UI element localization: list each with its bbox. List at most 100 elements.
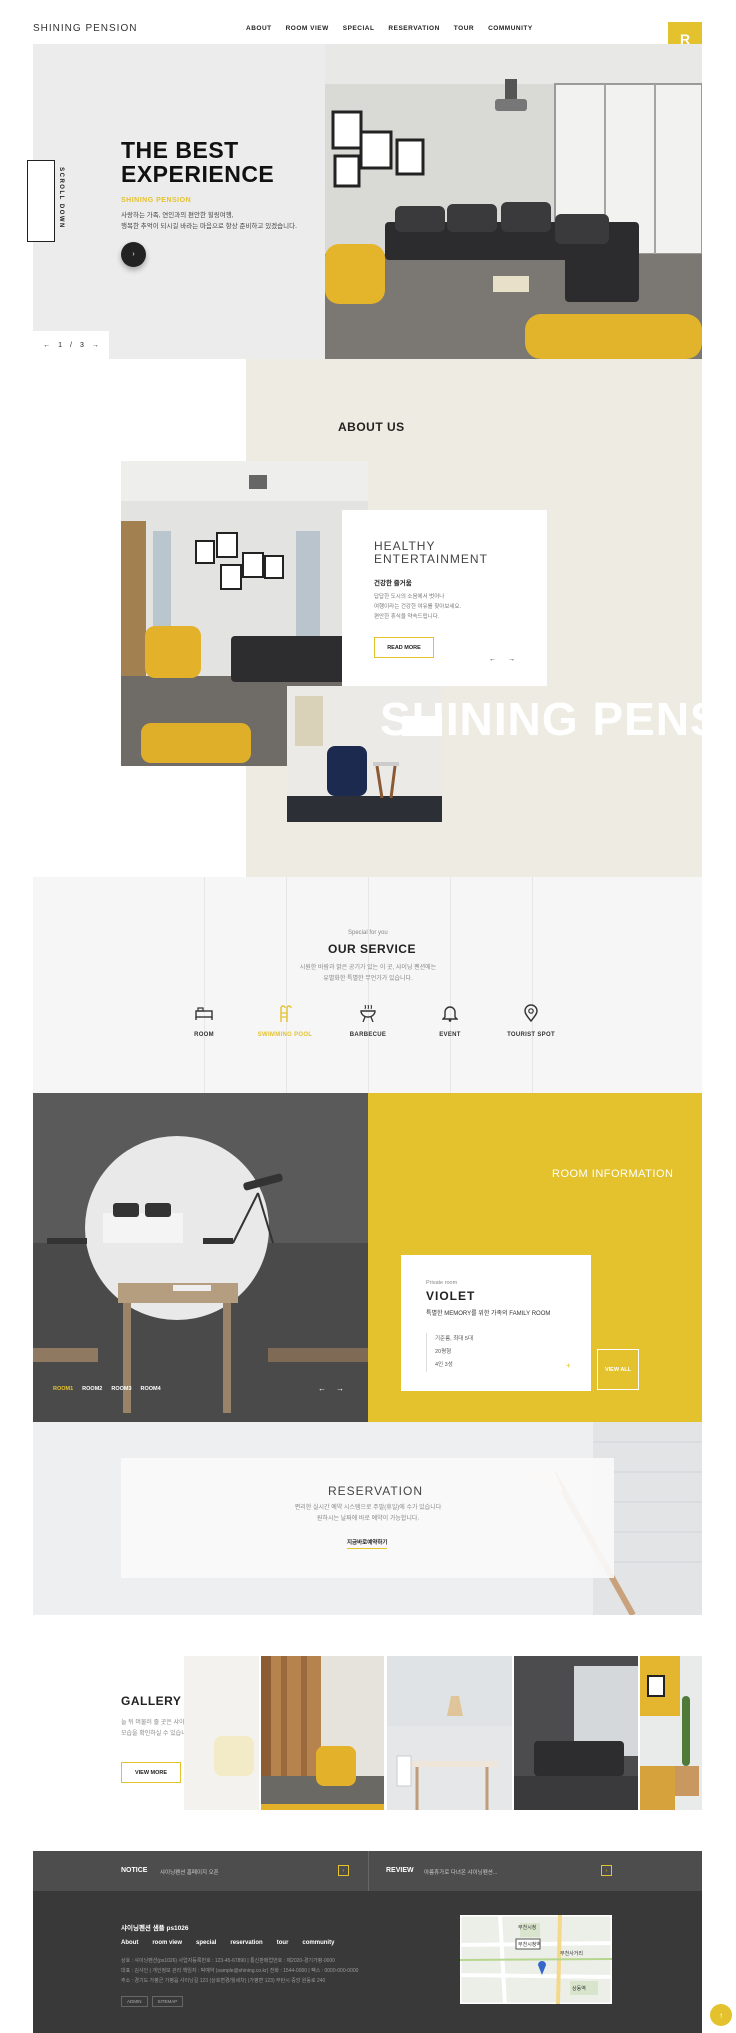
tab-room1[interactable]: ROOM1 (53, 1386, 73, 1392)
scroll-top-button[interactable]: ↑ (710, 2004, 732, 2026)
bell-icon (410, 1002, 490, 1024)
service-item-label: EVENT (439, 1032, 461, 1038)
gallery-view-more-button[interactable]: VIEW MORE (121, 1762, 181, 1783)
notice-text-link[interactable]: 샤이닝펜션 홈페이지 오픈 (160, 1868, 219, 1876)
gallery-title: GALLERY (121, 1694, 182, 1708)
nav-item-reservation[interactable]: RESERVATION (388, 25, 439, 32)
arrow-right-icon[interactable]: → (508, 656, 515, 663)
service-divider (450, 877, 451, 1093)
bed-icon (164, 1002, 244, 1024)
list-item: 4인 3성 (435, 1362, 453, 1368)
footer-link-tour[interactable]: tour (277, 1940, 289, 1946)
hero-title: THE BEST EXPERIENCE (121, 137, 275, 187)
room-tabs: ROOM1 ROOM2 ROOM3 ROOM4 (53, 1386, 161, 1392)
list-item: 기준룸, 최대 5대 (435, 1336, 474, 1342)
reservation-text: 편리한 실시간 예약 시스템으로 주말(휴일)에 수가 있습니다 원하시는 날짜… (294, 1505, 442, 1522)
review-text-link[interactable]: 아름휴가로 다녀온 샤이닝펜션... (424, 1868, 497, 1876)
hero-description: 사랑하는 가족, 연인과의 편안한 힐링여행, 행복한 추억이 되시길 바라는 … (121, 212, 297, 230)
gallery-image-2[interactable] (261, 1656, 384, 1810)
location-map[interactable]: 부천시청 부천시청역 부천사거리 상동역 (460, 1915, 612, 2004)
nav-item-special[interactable]: SPECIAL (343, 25, 375, 32)
read-more-button[interactable]: READ MORE (374, 637, 434, 658)
footer-link-community[interactable]: community (302, 1940, 334, 1946)
service-item-label: TOURIST SPOT (507, 1032, 555, 1038)
footer-company-info: 상호 : 샤이닝펜션(ps1026) 사업자등록번호 : 123-45-6789… (121, 1958, 359, 1984)
service-item-barbecue[interactable]: BARBECUE (328, 1002, 408, 1038)
pager-prev-icon[interactable]: ← (43, 342, 50, 349)
admin-button[interactable]: ADMIN (121, 1996, 148, 2007)
gallery-image-5[interactable] (640, 1656, 702, 1810)
service-title: OUR SERVICE (328, 942, 416, 956)
gallery-image-4[interactable] (514, 1656, 638, 1810)
room-image-panel (33, 1093, 368, 1422)
review-more-button[interactable]: › (601, 1865, 612, 1876)
hero-next-arrow-button[interactable]: › (121, 242, 146, 267)
reservation-link[interactable]: 지금바로예약하기 (347, 1538, 388, 1549)
service-item-label: ROOM (194, 1032, 214, 1038)
about-card-text: 답답한 도시의 소음에서 벗어나 여행이라는 건강한 여유를 찾아보세요. 편안… (374, 594, 462, 620)
footer-link-about[interactable]: About (121, 1940, 138, 1946)
main-nav: ABOUT ROOM VIEW SPECIAL RESERVATION TOUR… (246, 25, 533, 32)
pager-next-icon[interactable]: → (92, 342, 99, 349)
arrow-right-icon[interactable]: → (336, 1384, 344, 1393)
service-item-label: BARBECUE (349, 1032, 387, 1038)
service-item-room[interactable]: ROOM (164, 1002, 244, 1038)
map-pin-icon (491, 1002, 571, 1024)
pager-sep: / (70, 341, 72, 349)
notice-divider (368, 1851, 369, 1891)
pager-current: 1 (58, 341, 63, 349)
tab-room2[interactable]: ROOM2 (82, 1386, 102, 1392)
arrow-left-icon[interactable]: ← (489, 656, 496, 663)
reservation-title: RESERVATION (328, 1484, 424, 1498)
scroll-down-button[interactable]: SCROLL DOWN (27, 160, 64, 242)
page: SHINING PENSION ABOUT ROOM VIEW SPECIAL … (0, 0, 736, 2033)
map-label: 상동역 (572, 1985, 586, 1992)
pool-ladder-icon (245, 1002, 325, 1024)
arrow-left-icon[interactable]: ← (318, 1384, 326, 1393)
room-card-description: 특별한 MEMORY를 위한 가족의 FAMILY ROOM (426, 1311, 551, 1317)
hero-living-room-image (325, 44, 702, 359)
room-card-list: 기준룸, 최대 5대 20평형 4인 3성 (426, 1333, 473, 1372)
gallery-image-3[interactable] (387, 1656, 512, 1810)
pager-total: 3 (79, 341, 84, 349)
nav-item-room-view[interactable]: ROOM VIEW (286, 25, 329, 32)
service-item-label: SWIMMING POOL (257, 1032, 313, 1038)
notice-more-button[interactable]: › (338, 1865, 349, 1876)
service-item-swimming-pool[interactable]: SWIMMING POOL (245, 1002, 325, 1038)
service-divider (368, 877, 369, 1093)
grill-icon (328, 1002, 408, 1024)
about-big-watermark-text: SHINING PENSION (380, 693, 702, 745)
site-logo[interactable]: SHINING PENSION (33, 23, 137, 34)
about-card-heading: HEALTHY ENTERTAINMENT (374, 539, 488, 566)
list-item: 20평형 (435, 1349, 452, 1355)
service-item-event[interactable]: EVENT (410, 1002, 490, 1038)
hero-pager: ← 1 / 3 → (33, 331, 109, 359)
service-item-tourist-spot[interactable]: TOURIST SPOT (491, 1002, 571, 1038)
footer-buttons: ADMIN SITEMAP (121, 1996, 184, 2007)
map-label: 부천시청역 (518, 1941, 541, 1948)
footer-link-special[interactable]: special (196, 1940, 216, 1946)
nav-item-tour[interactable]: TOUR (454, 25, 474, 32)
map-label: 부천시청 (518, 1924, 536, 1931)
view-all-button[interactable]: VIEW ALL (597, 1349, 639, 1390)
gallery-image-1[interactable] (184, 1656, 259, 1810)
room-card-small-label: Private room (426, 1280, 458, 1286)
nav-item-community[interactable]: COMMUNITY (488, 25, 533, 32)
footer-link-room-view[interactable]: room view (152, 1940, 182, 1946)
about-card-kr-title: 건강한 즐거움 (374, 580, 412, 587)
service-divider (204, 877, 205, 1093)
footer-link-reservation[interactable]: reservation (230, 1940, 262, 1946)
review-label: REVIEW (386, 1867, 414, 1874)
service-description: 시원한 바람과 맑은 공기가 있는 이 곳, 샤이닝 펜션에는 유별화한 특별한… (299, 965, 437, 982)
room-card-name: VIOLET (426, 1289, 476, 1303)
sitemap-button[interactable]: SITEMAP (151, 1996, 184, 2007)
hero-subtitle: SHINING PENSION (121, 197, 192, 204)
tab-room3[interactable]: ROOM3 (111, 1386, 131, 1392)
service-divider (286, 877, 287, 1093)
nav-item-about[interactable]: ABOUT (246, 25, 272, 32)
notice-label: NOTICE (121, 1867, 148, 1874)
footer-menu: About room view special reservation tour… (121, 1940, 334, 1946)
tab-room4[interactable]: ROOM4 (141, 1386, 161, 1392)
scroll-down-label: SCROLL DOWN (57, 167, 64, 229)
plus-icon[interactable]: + (566, 1361, 571, 1370)
